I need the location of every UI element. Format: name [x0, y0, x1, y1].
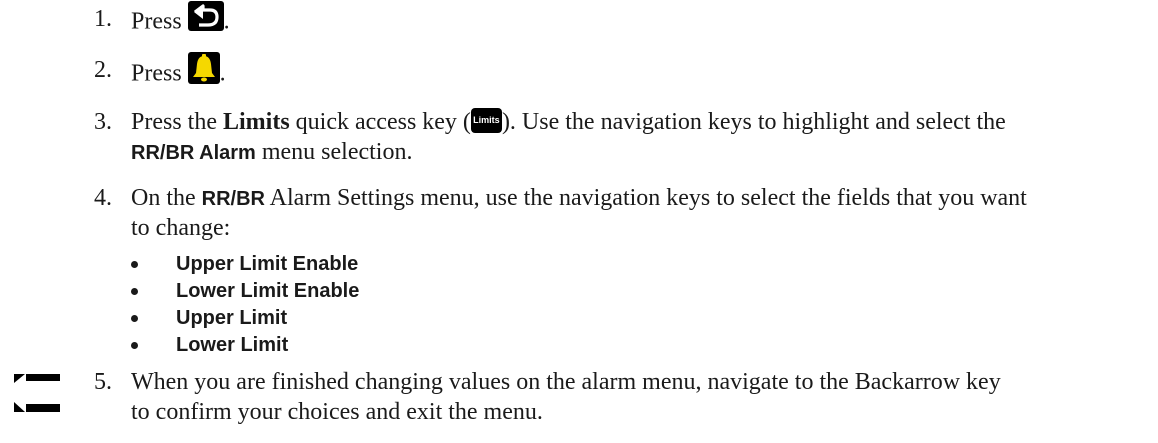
step-suffix: .	[223, 8, 230, 35]
field-name: Lower Limit	[176, 334, 289, 356]
step-number: 5.	[94, 369, 112, 395]
step-text: Press	[131, 8, 188, 35]
step-text: Alarm Settings menu, use the navigation …	[265, 185, 1027, 211]
step-text: On the	[131, 185, 202, 211]
step-text: menu selection.	[255, 139, 413, 165]
rr-br-alarm-label: RR/BR Alarm	[131, 142, 256, 164]
field-name: Upper Limit Enable	[176, 253, 359, 275]
step-text: Press the	[131, 109, 223, 135]
step-text: to confirm your choices and exit the men…	[131, 399, 543, 425]
step-suffix: .	[219, 60, 226, 87]
limits-key-icon: Limits	[470, 107, 502, 133]
step-4-line-2: to change:	[131, 213, 230, 243]
bullet-icon	[131, 315, 138, 322]
step-number: 3.	[94, 109, 112, 135]
alarm-bell-icon	[187, 52, 220, 92]
step-text: to change:	[131, 215, 231, 241]
bullet-icon	[131, 288, 138, 295]
step-text: ). Use the navigation keys to highlight …	[501, 109, 1006, 135]
bullet-icon	[131, 342, 138, 349]
step-text: When you are finished changing values on…	[131, 369, 1001, 395]
step-number: 4.	[94, 185, 112, 211]
limits-label: Limits	[223, 109, 290, 135]
step-text: quick access key (	[289, 109, 471, 135]
back-arrow-icon	[187, 1, 224, 39]
step-number: 1.	[94, 6, 112, 32]
field-name: Upper Limit	[176, 307, 288, 329]
step-number: 2.	[94, 57, 112, 83]
bullet-icon	[131, 261, 138, 268]
procedure-end-marker-icon	[14, 372, 62, 427]
step-text: Press	[131, 60, 188, 87]
step-3-line-2: RR/BR Alarm menu selection.	[131, 137, 412, 168]
rr-br-label: RR/BR	[201, 188, 265, 210]
field-name: Lower Limit Enable	[176, 280, 360, 302]
step-5-line-2: to confirm your choices and exit the men…	[131, 397, 543, 427]
